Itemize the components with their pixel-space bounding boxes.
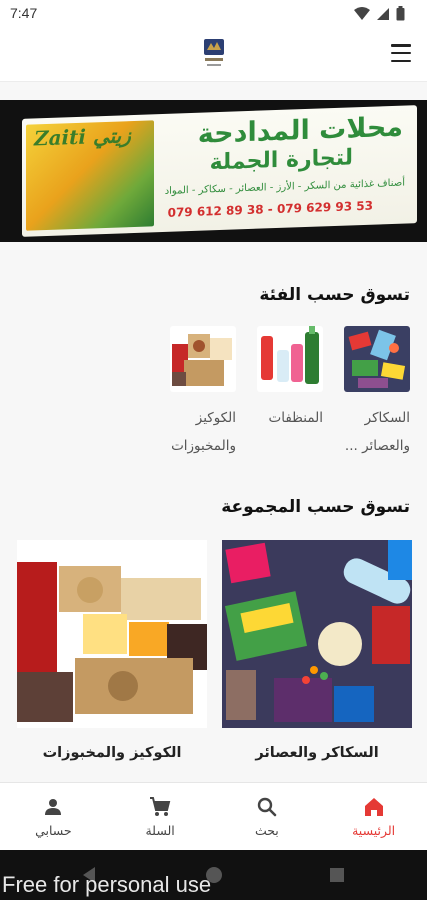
watermark: Free for personal use <box>2 872 212 897</box>
store-banner[interactable]: Zaiti زيتي محلات المدادحة لتجارة الجملة … <box>0 100 427 242</box>
banner-product-line: أصناف غذائية من السكر - الأرز - العصائر … <box>164 177 405 197</box>
menu-bar-middle <box>391 51 411 55</box>
status-time: 7:47 <box>10 5 38 21</box>
menu-bar-top <box>391 44 411 47</box>
group-label-cookies: الكوكيز والمخبوزات <box>42 745 182 761</box>
banner-subtitle: لتجارة الجملة <box>209 145 353 176</box>
nav-cart-label: السلة <box>145 823 175 838</box>
category-label-cookies: الكوكيز والمخبوزات <box>171 410 236 454</box>
nav-search-label: بحث <box>254 823 279 838</box>
category-image-sweets <box>344 326 410 392</box>
nav-search[interactable]: بحث <box>214 783 321 850</box>
status-icons <box>354 6 405 21</box>
recents-icon[interactable] <box>329 867 345 883</box>
signal-icon <box>377 7 389 20</box>
category-item-cookies-bakery[interactable]: الكوكيز والمخبوزات <box>170 326 236 454</box>
store-logo-icon[interactable] <box>201 36 227 72</box>
group-section-title: تسوق حسب المجموعة <box>221 497 410 517</box>
banner-sign: Zaiti زيتي محلات المدادحة لتجارة الجملة … <box>22 105 417 237</box>
home-icon <box>364 798 383 816</box>
category-image-cleaners <box>257 326 323 392</box>
battery-icon <box>396 6 405 21</box>
group-image-sweets <box>222 540 412 728</box>
wifi-icon <box>354 6 370 20</box>
category-image-cookies <box>170 326 236 392</box>
nav-account-label: حسابي <box>35 823 72 838</box>
category-label-sweets: السكاكر والعصائر ... <box>344 410 410 454</box>
menu-bar-bottom <box>391 59 411 62</box>
bottom-nav: حسابي السلة بحث الرئيسية <box>0 782 427 850</box>
category-item-cleaners[interactable]: المنظفات <box>257 326 323 426</box>
group-item-sweets-juices[interactable]: السكاكر والعصائر <box>222 540 412 761</box>
search-icon <box>257 797 277 817</box>
app-bar <box>0 26 427 82</box>
nav-account[interactable]: حسابي <box>0 783 107 850</box>
nav-cart[interactable]: السلة <box>107 783 214 850</box>
nav-home[interactable]: الرئيسية <box>320 783 427 850</box>
home-content[interactable]: Zaiti زيتي محلات المدادحة لتجارة الجملة … <box>0 82 427 782</box>
hamburger-menu-icon[interactable] <box>391 44 411 62</box>
group-image-cookies <box>17 540 207 728</box>
banner-phones: 079 612 89 38 - 079 629 93 53 <box>167 198 373 220</box>
category-label-cleaners: المنظفات <box>268 410 323 426</box>
cart-icon <box>150 797 171 816</box>
banner-brand: Zaiti زيتي <box>34 123 131 151</box>
status-bar: 7:47 <box>0 0 427 26</box>
nav-home-label: الرئيسية <box>352 823 396 838</box>
group-item-cookies-bakery[interactable]: الكوكيز والمخبوزات <box>17 540 207 761</box>
category-section-title: تسوق حسب الفئة <box>259 285 410 305</box>
group-label-sweets: السكاكر والعصائر <box>255 745 379 761</box>
banner-title: محلات المدادحة <box>197 111 403 150</box>
account-icon <box>45 799 62 815</box>
category-item-sweets-juices[interactable]: السكاكر والعصائر ... <box>344 326 410 454</box>
